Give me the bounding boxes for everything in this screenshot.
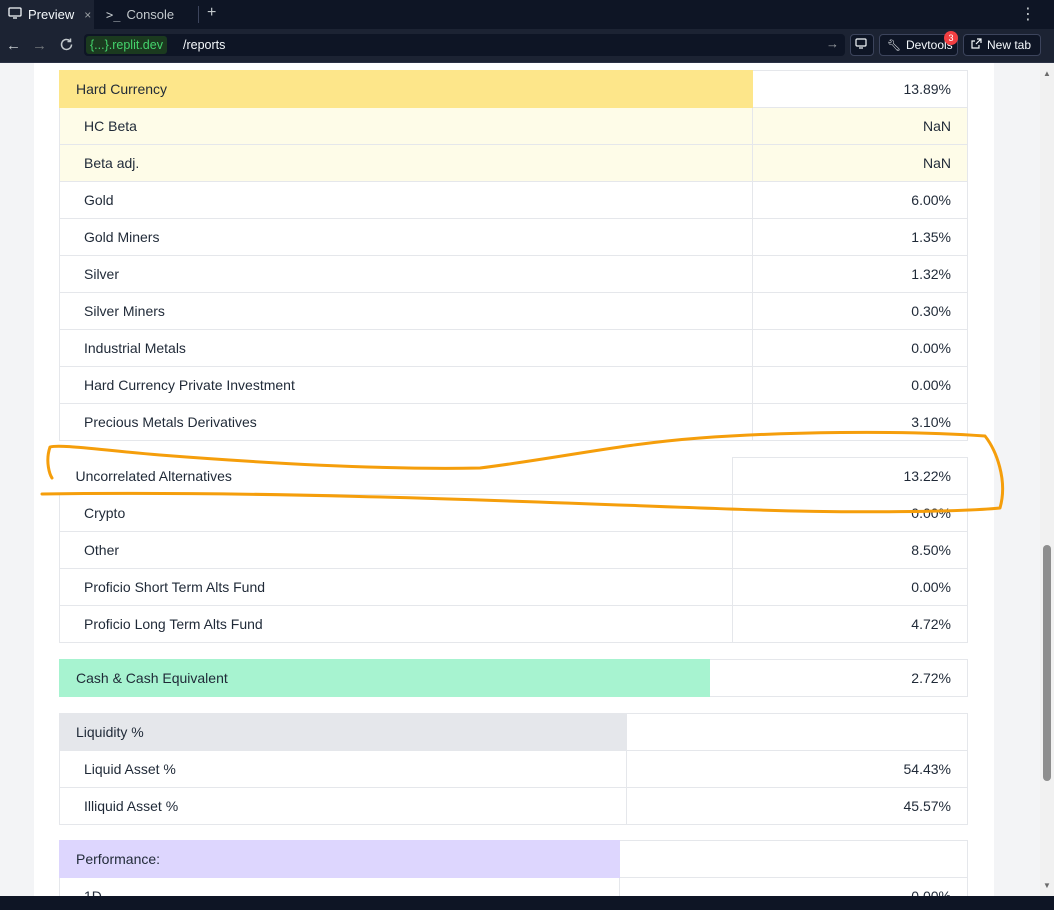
- go-arrow-icon[interactable]: →: [826, 36, 839, 51]
- row-value: 8.50%: [732, 531, 968, 569]
- row-value: 1.32%: [752, 255, 968, 293]
- table-row: Hard Currency Private Investment 0.00%: [59, 366, 968, 404]
- row-label: Precious Metals Derivatives: [59, 403, 753, 441]
- liquidity-value: [626, 713, 968, 751]
- cash-table: Cash & Cash Equivalent 2.72%: [59, 659, 968, 697]
- row-value: 0.00%: [732, 494, 968, 532]
- row-value: 0.00%: [752, 329, 968, 367]
- row-label: Liquid Asset %: [59, 750, 627, 788]
- browser-tab-bar: Preview × >_ Console + ⋮: [0, 0, 1054, 29]
- table-row: Silver 1.32%: [59, 255, 968, 293]
- reload-icon[interactable]: [59, 37, 74, 56]
- back-arrow-icon[interactable]: ←: [6, 37, 21, 54]
- table-row: Crypto 0.00%: [59, 494, 968, 532]
- liquidity-table: Liquidity % Liquid Asset % 54.43% Illiqu…: [59, 713, 968, 825]
- device-preview-button[interactable]: [850, 34, 874, 56]
- row-label: Hard Currency Private Investment: [59, 366, 753, 404]
- performance-header-row: Performance:: [59, 840, 968, 878]
- uncorrelated-label: Uncorrelated Alternatives: [75, 467, 232, 484]
- row-label: Beta adj.: [59, 144, 753, 182]
- performance-label: Performance:: [59, 840, 620, 878]
- row-label: Gold: [59, 181, 753, 219]
- hard-currency-label: Hard Currency: [59, 70, 753, 108]
- uncorrelated-header-row: Uncorrelated Alternatives 13.22%: [60, 457, 968, 495]
- devtools-count-badge: 3: [944, 31, 958, 45]
- add-tab-icon[interactable]: +: [207, 4, 216, 22]
- url-path: /reports: [183, 38, 226, 52]
- row-label: Illiquid Asset %: [59, 787, 627, 825]
- uncorrelated-value: 13.22%: [732, 457, 968, 495]
- table-row: Illiquid Asset % 45.57%: [59, 787, 968, 825]
- row-value: NaN: [752, 107, 968, 145]
- forward-arrow-icon[interactable]: →: [32, 37, 47, 54]
- liquidity-label: Liquidity %: [59, 713, 627, 751]
- cash-label: Cash & Cash Equivalent: [59, 659, 710, 697]
- new-tab-label: New tab: [987, 38, 1032, 52]
- row-value: 1.35%: [752, 218, 968, 256]
- wrench-icon: 🔧︎: [887, 39, 901, 52]
- tab-console[interactable]: >_ Console: [98, 0, 198, 29]
- liquidity-header-row: Liquidity %: [59, 713, 968, 751]
- table-row: Other 8.50%: [59, 531, 968, 569]
- table-row: Gold Miners 1.35%: [59, 218, 968, 256]
- hard-currency-table: Hard Currency 13.89% HC Beta NaN Beta ad…: [59, 70, 968, 441]
- row-value: 54.43%: [626, 750, 968, 788]
- row-label: Proficio Long Term Alts Fund: [59, 605, 733, 643]
- performance-value: [619, 840, 968, 878]
- url-input[interactable]: {...}.replit.dev /reports →: [84, 34, 845, 56]
- table-row: Industrial Metals 0.00%: [59, 329, 968, 367]
- row-label: Silver: [59, 255, 753, 293]
- window-bottom-edge: [0, 896, 1054, 910]
- table-row: Silver Miners 0.30%: [59, 292, 968, 330]
- row-value: 6.00%: [752, 181, 968, 219]
- cash-header-row: Cash & Cash Equivalent 2.72%: [59, 659, 968, 697]
- row-label: Crypto: [59, 494, 733, 532]
- table-row: Proficio Long Term Alts Fund 4.72%: [59, 605, 968, 643]
- tab-console-label: Console: [126, 7, 175, 22]
- table-row: Proficio Short Term Alts Fund 0.00%: [59, 568, 968, 606]
- table-row: HC Beta NaN: [59, 107, 968, 145]
- new-tab-button[interactable]: New tab: [963, 34, 1041, 56]
- tab-preview-label: Preview: [28, 7, 75, 22]
- address-bar-row: ← → {...}.replit.dev /reports → 🔧︎ Devto…: [0, 29, 1054, 63]
- uncorrelated-alternatives-table: Uncorrelated Alternatives 13.22% Crypto …: [59, 457, 968, 643]
- row-value: NaN: [752, 144, 968, 182]
- table-row: Liquid Asset % 54.43%: [59, 750, 968, 788]
- table-row: Gold 6.00%: [59, 181, 968, 219]
- cash-value: 2.72%: [709, 659, 968, 697]
- row-value: 0.30%: [752, 292, 968, 330]
- row-label: HC Beta: [59, 107, 753, 145]
- monitor-icon: [8, 7, 22, 22]
- page-scrollbar[interactable]: ▲ ▼: [1040, 63, 1054, 896]
- row-value: 4.72%: [732, 605, 968, 643]
- hard-currency-value: 13.89%: [752, 70, 968, 108]
- external-link-icon: [971, 38, 982, 52]
- close-icon[interactable]: ×: [84, 8, 91, 22]
- row-value: 45.57%: [626, 787, 968, 825]
- row-value: 0.00%: [732, 568, 968, 606]
- row-value: 3.10%: [752, 403, 968, 441]
- table-row: Beta adj. NaN: [59, 144, 968, 182]
- row-label: Industrial Metals: [59, 329, 753, 367]
- row-label: Other: [59, 531, 733, 569]
- terminal-icon: >_: [106, 7, 121, 22]
- tab-divider: [198, 6, 199, 23]
- row-label: Proficio Short Term Alts Fund: [59, 568, 733, 606]
- tab-preview[interactable]: Preview ×: [0, 0, 94, 29]
- scrollbar-thumb[interactable]: [1043, 545, 1051, 781]
- hard-currency-header-row: Hard Currency 13.89%: [59, 70, 968, 108]
- row-label: Silver Miners: [59, 292, 753, 330]
- url-domain: {...}.replit.dev: [86, 36, 167, 54]
- row-value: 0.00%: [752, 366, 968, 404]
- screen-icon: [855, 38, 867, 52]
- more-options-icon[interactable]: ⋮: [1020, 4, 1036, 24]
- row-label: Gold Miners: [59, 218, 753, 256]
- scroll-up-icon[interactable]: ▲: [1043, 69, 1051, 78]
- scroll-down-icon[interactable]: ▼: [1043, 881, 1051, 890]
- table-row: Precious Metals Derivatives 3.10%: [59, 403, 968, 441]
